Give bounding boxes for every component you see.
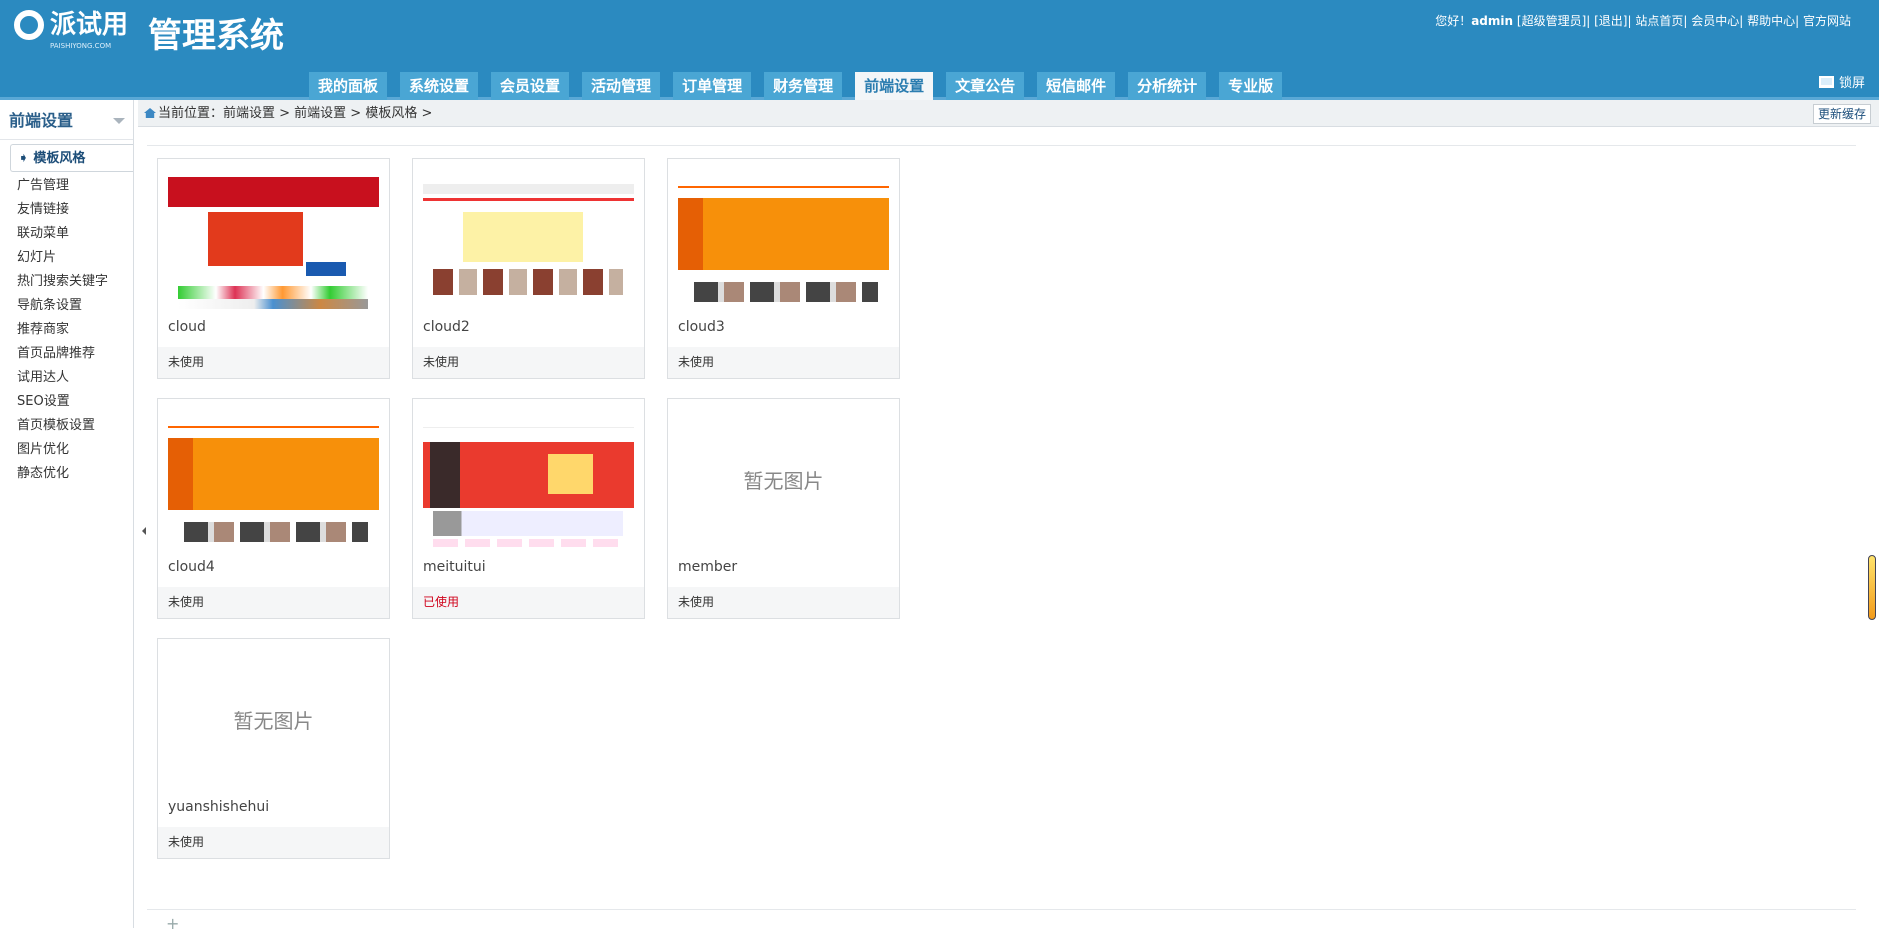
greeting: 您好！ bbox=[1435, 14, 1472, 28]
template-name: cloud2 bbox=[423, 319, 470, 335]
tab-1[interactable]: 系统设置 bbox=[400, 72, 479, 100]
tab-2[interactable]: 会员设置 bbox=[491, 72, 570, 100]
sidebar-item[interactable]: 图片优化 bbox=[0, 438, 133, 462]
template-card[interactable]: cloud 未使用 bbox=[157, 158, 390, 379]
chevron-down-icon bbox=[113, 118, 125, 130]
template-status: 未使用 bbox=[158, 587, 389, 618]
template-status: 未使用 bbox=[158, 827, 389, 858]
template-name: yuanshishehui bbox=[168, 799, 270, 815]
tab-3[interactable]: 活动管理 bbox=[582, 72, 661, 100]
template-status: 未使用 bbox=[158, 347, 389, 378]
system-title: 管理系统 bbox=[148, 16, 284, 56]
logout-link[interactable]: [退出] bbox=[1594, 14, 1627, 28]
sidebar-item[interactable]: 推荐商家 bbox=[0, 318, 133, 342]
breadcrumb: 当前位置：前端设置 > 前端设置 > 模板风格 > 更新缓存 bbox=[138, 100, 1879, 127]
tab-10[interactable]: 专业版 bbox=[1219, 72, 1283, 100]
template-card[interactable]: cloud4 未使用 bbox=[157, 398, 390, 619]
plus-icon[interactable]: + bbox=[166, 914, 179, 933]
refresh-cache-button[interactable]: 更新缓存 bbox=[1812, 104, 1871, 124]
tab-6[interactable]: 前端设置 bbox=[855, 72, 934, 103]
sidebar: 前端设置 ➧ 模板风格 广告管理 友情链接 联动菜单 幻灯片 热门搜索关键字 导航条设置推… bbox=[0, 100, 134, 928]
sidebar-item[interactable]: 幻灯片 bbox=[0, 246, 133, 270]
brand-sub: PAISHIYONG.COM bbox=[50, 42, 112, 50]
template-status: 已使用 bbox=[413, 587, 644, 618]
template-grid: cloud 未使用 cloud2 未使用 cloud3 未使用 cloud4 未使用 meitu… bbox=[147, 145, 1856, 910]
lock-screen-button[interactable]: 锁屏 bbox=[1818, 72, 1865, 91]
brand-name: 派试用 bbox=[50, 10, 129, 40]
header: 派试用 PAISHIYONG.COM 管理系统 您好！admin [超级管理员]… bbox=[0, 0, 1879, 103]
no-image-placeholder: 暂无图片 bbox=[233, 708, 314, 733]
template-status: 未使用 bbox=[668, 587, 899, 618]
sidebar-item[interactable]: 联动菜单 bbox=[0, 222, 133, 246]
template-name: cloud3 bbox=[678, 319, 725, 335]
template-name: meituitui bbox=[423, 559, 486, 575]
lock-label: 锁屏 bbox=[1838, 76, 1865, 91]
tab-4[interactable]: 订单管理 bbox=[673, 72, 752, 100]
template-status: 未使用 bbox=[413, 347, 644, 378]
sidebar-item[interactable]: 导航条设置 bbox=[0, 294, 133, 318]
collapse-sidebar-icon[interactable] bbox=[138, 527, 146, 535]
template-thumbnail bbox=[168, 414, 379, 549]
template-thumbnail bbox=[678, 174, 889, 309]
home-icon bbox=[144, 108, 156, 118]
sidebar-item[interactable]: 热门搜索关键字 bbox=[0, 270, 133, 294]
member-center-link[interactable]: 会员中心 bbox=[1691, 14, 1739, 28]
username: admin bbox=[1471, 14, 1514, 28]
sidebar-item[interactable]: 首页模板设置 bbox=[0, 414, 133, 438]
site-home-link[interactable]: 站点首页 bbox=[1635, 14, 1683, 28]
tab-7[interactable]: 文章公告 bbox=[946, 72, 1025, 100]
template-thumbnail bbox=[423, 414, 634, 549]
no-image-placeholder: 暂无图片 bbox=[743, 468, 824, 493]
sidebar-item-template-style[interactable]: ➧ 模板风格 bbox=[10, 144, 133, 172]
logo-icon bbox=[14, 10, 44, 40]
role-link[interactable]: [超级管理员] bbox=[1517, 14, 1586, 28]
sidebar-item[interactable]: 首页品牌推荐 bbox=[0, 342, 133, 366]
tab-0[interactable]: 我的面板 bbox=[309, 72, 388, 100]
template-status: 未使用 bbox=[668, 347, 899, 378]
logo: 派试用 PAISHIYONG.COM bbox=[14, 10, 129, 50]
template-name: cloud4 bbox=[168, 559, 215, 575]
template-card[interactable]: 暂无图片 member 未使用 bbox=[667, 398, 900, 619]
tab-5[interactable]: 财务管理 bbox=[764, 72, 843, 100]
help-center-link[interactable]: 帮助中心 bbox=[1747, 14, 1795, 28]
sidebar-title-text: 前端设置 bbox=[9, 111, 74, 130]
template-name: cloud bbox=[168, 319, 206, 335]
template-card[interactable]: meituitui 已使用 bbox=[412, 398, 645, 619]
monitor-icon bbox=[1818, 75, 1834, 88]
sidebar-item[interactable]: 试用达人 bbox=[0, 366, 133, 390]
sidebar-item[interactable]: 静态优化 bbox=[0, 462, 133, 486]
breadcrumb-text: 当前位置：前端设置 > 前端设置 > 模板风格 > bbox=[158, 106, 433, 121]
tab-9[interactable]: 分析统计 bbox=[1128, 72, 1207, 100]
template-thumbnail bbox=[168, 174, 379, 309]
official-site-link[interactable]: 官方网站 bbox=[1803, 14, 1851, 28]
template-card[interactable]: cloud2 未使用 bbox=[412, 158, 645, 379]
template-thumbnail bbox=[423, 174, 634, 309]
main-nav: 我的面板 系统设置 会员设置 活动管理 订单管理 财务管理 前端设置 文章公告 短信邮件 分析统计… bbox=[309, 72, 1283, 103]
template-card[interactable]: 暂无图片 yuanshishehui 未使用 bbox=[157, 638, 390, 859]
sidebar-item[interactable]: 广告管理 bbox=[0, 174, 133, 198]
scrollbar[interactable] bbox=[1868, 555, 1876, 620]
sidebar-item[interactable]: 友情链接 bbox=[0, 198, 133, 222]
tab-8[interactable]: 短信邮件 bbox=[1037, 72, 1116, 100]
user-bar: 您好！admin [超级管理员]| [退出]| 站点首页| 会员中心| 帮助中心… bbox=[1435, 14, 1851, 28]
template-card[interactable]: cloud3 未使用 bbox=[667, 158, 900, 379]
template-name: member bbox=[678, 559, 738, 575]
sidebar-title[interactable]: 前端设置 bbox=[0, 100, 133, 140]
sidebar-item[interactable]: SEO设置 bbox=[0, 390, 133, 414]
